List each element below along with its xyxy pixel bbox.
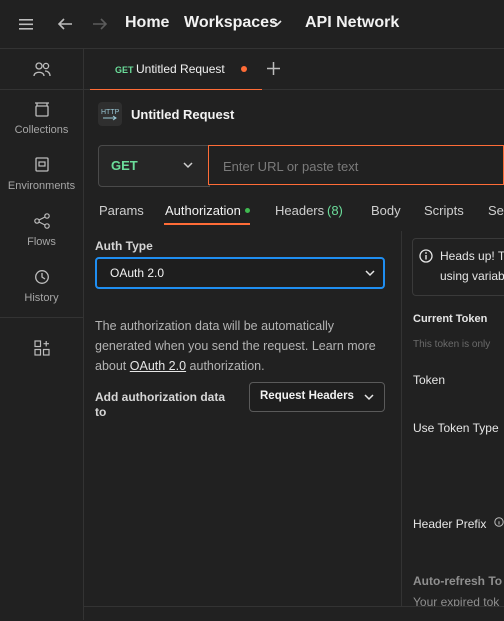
token-note: This token is only	[413, 339, 491, 350]
sidebar-item-workspace[interactable]	[0, 61, 83, 80]
auth-type-label: Auth Type	[95, 239, 153, 253]
svg-text:HTTP: HTTP	[101, 109, 120, 116]
flows-icon	[33, 213, 50, 229]
nav-home[interactable]: Home	[125, 14, 169, 32]
auth-active-dot	[245, 208, 250, 213]
tab-authorization[interactable]: Authorization	[165, 203, 241, 218]
method-select[interactable]: GET	[98, 145, 210, 187]
url-input[interactable]	[221, 158, 495, 175]
nav-api-network[interactable]: API Network	[305, 14, 399, 32]
sidebar-item-collections[interactable]: Collections	[0, 101, 83, 136]
auth-description: The authorization data will be automatic…	[95, 319, 376, 373]
tab-headers-count: (8)	[327, 203, 343, 218]
oauth-link[interactable]: OAuth 2.0	[130, 359, 186, 373]
environment-icon	[34, 157, 49, 172]
tab-params[interactable]: Params	[99, 203, 144, 218]
request-content: HTTP Untitled Request GET Params Authori…	[84, 90, 504, 620]
info-icon	[419, 249, 433, 263]
history-clock-icon	[34, 270, 49, 284]
header-prefix-label: Header Prefix	[413, 517, 487, 531]
add-apps-icon	[33, 340, 50, 356]
add-auth-to-select[interactable]: Request Headers	[249, 382, 385, 412]
plus-icon[interactable]	[266, 61, 281, 76]
people-icon	[32, 62, 51, 77]
menu-icon[interactable]	[19, 19, 33, 30]
tab-body[interactable]: Body	[371, 203, 401, 218]
top-bar: Home Workspaces API Network	[0, 0, 504, 49]
tab-method: GET	[115, 65, 134, 75]
add-auth-label: Add authorization data to	[95, 390, 225, 419]
sidebar: Collections Environments Flows History	[0, 49, 84, 620]
info-icon[interactable]	[494, 517, 504, 527]
http-icon: HTTP	[98, 102, 122, 126]
forward-arrow-icon[interactable]	[92, 17, 108, 31]
tab-settings[interactable]: Set	[488, 203, 504, 218]
request-title[interactable]: Untitled Request	[131, 107, 234, 122]
trash-can-collections-icon	[34, 102, 49, 117]
auth-type-select[interactable]: OAuth 2.0	[95, 257, 385, 289]
url-field[interactable]	[208, 145, 504, 185]
info-banner: Heads up! T using variab	[412, 238, 504, 296]
sidebar-item-flows[interactable]: Flows	[0, 213, 83, 248]
chevron-down-icon	[183, 162, 193, 169]
request-tab-strip: GET Untitled Request	[84, 49, 504, 91]
tab-headers[interactable]: Headers	[275, 203, 324, 218]
unsaved-dot	[241, 66, 247, 72]
request-tab[interactable]: GET Untitled Request	[90, 49, 262, 91]
chevron-down-icon	[364, 394, 374, 401]
current-token-heading: Current Token	[413, 313, 488, 325]
chevron-down-icon[interactable]	[272, 20, 282, 27]
sidebar-item-history[interactable]: History	[0, 269, 83, 304]
auto-refresh-label: Auto-refresh To	[413, 574, 503, 588]
use-token-type-label: Use Token Type	[413, 421, 499, 435]
tab-scripts[interactable]: Scripts	[424, 203, 464, 218]
sidebar-item-environments[interactable]: Environments	[0, 157, 83, 192]
back-arrow-icon[interactable]	[57, 17, 73, 31]
bottom-panel-edge	[84, 606, 504, 621]
sidebar-item-configure[interactable]	[0, 340, 83, 359]
active-tab-underline	[164, 223, 250, 225]
token-label: Token	[413, 373, 446, 387]
nav-workspaces[interactable]: Workspaces	[184, 14, 278, 32]
chevron-down-icon	[365, 270, 375, 277]
tab-title: Untitled Request	[136, 62, 225, 76]
panel-divider[interactable]	[401, 231, 402, 620]
